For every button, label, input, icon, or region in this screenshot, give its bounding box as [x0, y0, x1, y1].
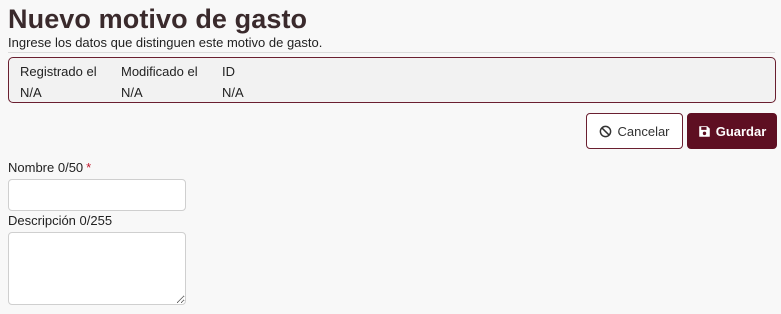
page-subtitle: Ingrese los datos que distinguen este mo… — [8, 35, 323, 50]
record-metadata-panel: Registrado el N/A Modificado el N/A ID N… — [8, 57, 776, 103]
name-field-label: Nombre 0/50 * — [8, 160, 91, 176]
save-button-label: Guardar — [715, 123, 767, 139]
page: Nuevo motivo de gasto Ingrese los datos … — [0, 0, 781, 314]
meta-modified: Modificado el N/A — [121, 64, 198, 101]
meta-registered: Registrado el N/A — [20, 64, 97, 101]
meta-id: ID N/A — [222, 64, 244, 101]
header-divider — [8, 52, 775, 53]
required-mark: * — [86, 160, 92, 175]
name-input[interactable] — [8, 179, 186, 211]
description-field-label: Descripción 0/255 — [8, 213, 113, 228]
floppy-disk-icon — [698, 125, 711, 138]
meta-registered-label: Registrado el — [20, 64, 97, 79]
cancel-button-label: Cancelar — [617, 123, 670, 139]
meta-modified-value: N/A — [121, 85, 143, 100]
meta-modified-label: Modificado el — [121, 64, 198, 79]
name-label-text: Nombre 0/50 — [8, 160, 84, 175]
save-button[interactable]: Guardar — [687, 113, 777, 149]
meta-id-label: ID — [222, 64, 235, 79]
description-textarea[interactable] — [8, 232, 186, 305]
meta-registered-value: N/A — [20, 85, 42, 100]
meta-id-value: N/A — [222, 85, 244, 100]
ban-icon — [599, 125, 612, 138]
page-title: Nuevo motivo de gasto — [8, 4, 308, 34]
cancel-button[interactable]: Cancelar — [586, 113, 683, 149]
